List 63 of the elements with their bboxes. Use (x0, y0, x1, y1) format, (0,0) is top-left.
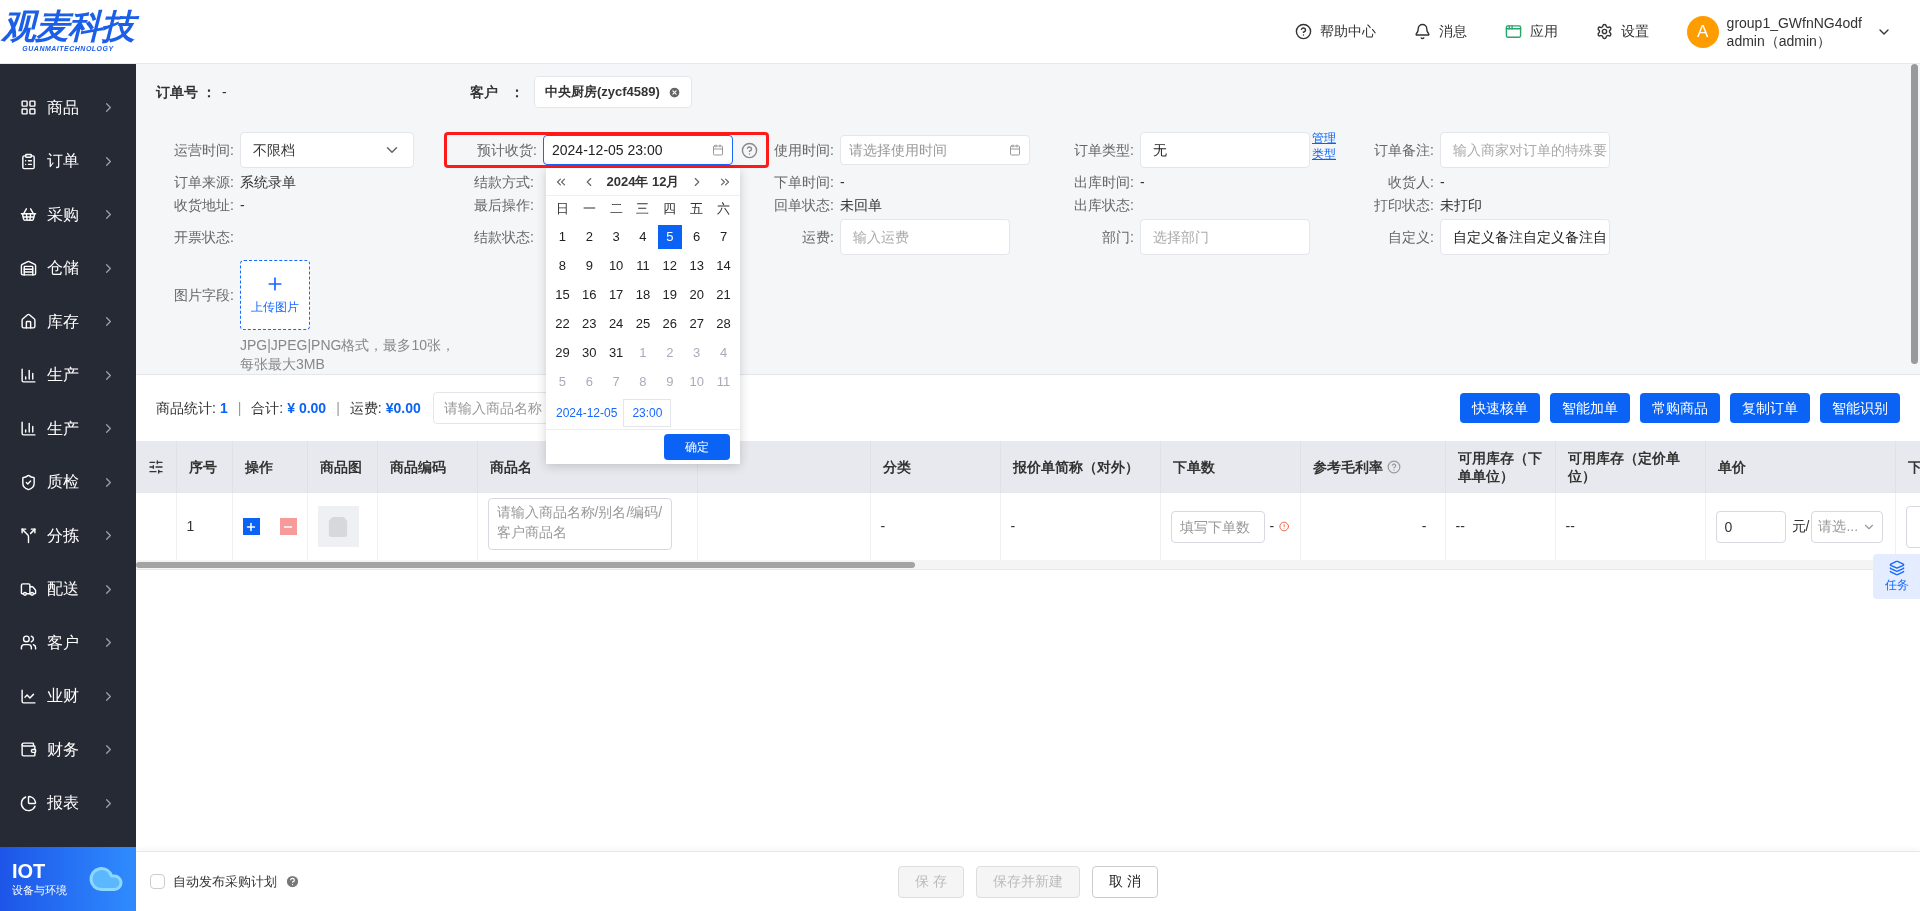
banner-subtitle: 设备与环境 (12, 882, 67, 898)
stat-label: 合计: (251, 398, 284, 418)
table-cell: -- (1455, 518, 1465, 534)
field-value: - (1440, 172, 1445, 192)
field-value: 系统录单 (240, 172, 296, 192)
table-cell-text: - (1420, 517, 1428, 536)
upload-hint: JPG|JPEG|PNG格式，最多10张，每张最大3MB (240, 336, 456, 374)
stat-value: 1 (219, 398, 228, 418)
banner-title: IOT (12, 859, 47, 882)
colon: ： (510, 82, 524, 102)
order-number-value: - (221, 82, 227, 102)
field-label: 订单备注: (1373, 140, 1435, 160)
field-label: 部门: (1101, 227, 1135, 247)
stat-value: ¥ 0.00 (287, 398, 327, 418)
field-label: 运费: (801, 227, 835, 247)
weekday-label: 五 (689, 200, 705, 219)
field-label: 收货人: (1387, 172, 1435, 192)
stat-value: ¥0.00 (385, 398, 421, 418)
table-cell: -- (1565, 518, 1575, 534)
weekday-label: 六 (716, 200, 732, 219)
selected-date: 2024-12-05 (556, 404, 618, 422)
weekday-label: 四 (662, 200, 678, 219)
field-label: 运营时间: (173, 140, 235, 160)
table-cell: - (1010, 518, 1016, 534)
separator: | (237, 398, 242, 418)
weekday-label: 三 (635, 200, 651, 219)
unit-label: 元/ (1791, 517, 1810, 536)
weekday-label: 日 (554, 200, 570, 219)
calendar-title: 2024年 12月 (606, 172, 680, 191)
user-name: group1_GWfnNG4odf (1726, 13, 1862, 32)
field-value: 未回单 (840, 195, 882, 215)
field-label: 出库状态: (1073, 195, 1135, 215)
field-label: 结款方式: (473, 172, 535, 192)
table-cell: - (880, 518, 886, 534)
field-label: 订单来源: (173, 172, 235, 192)
separator: | (336, 398, 340, 418)
checkbox-label: 自动发布采购计划 (173, 872, 277, 891)
field-value: - (840, 172, 845, 192)
field-label: 结款状态: (473, 227, 535, 247)
field-label: 自定义: (1387, 227, 1435, 247)
field-label: 出库时间: (1073, 172, 1135, 192)
field-label: 使用时间: (773, 140, 835, 160)
field-label: 下单时间: (773, 172, 835, 192)
field-label: 打印状态: (1373, 195, 1435, 215)
weekday-label: 二 (608, 200, 624, 219)
stat-label: 运费: (349, 398, 382, 418)
field-value: 未打印 (1440, 195, 1482, 215)
field-label: 收货地址: (173, 195, 235, 215)
field-label: 预计收货: (476, 140, 538, 160)
field-label: 最后操作: (473, 195, 535, 215)
field-label: 开票状态: (173, 227, 235, 247)
user-role: admin（admin） (1726, 31, 1832, 50)
order-number-label: 订单号 ： (156, 82, 216, 102)
table-cell: 1 (186, 518, 195, 534)
stat-label: 商品统计: (156, 398, 216, 418)
field-label: 回单状态: (773, 195, 835, 215)
field-label: 图片字段: (173, 285, 235, 305)
customer-label: 客户 (470, 82, 498, 102)
weekday-label: 一 (581, 200, 597, 219)
field-value: - (240, 195, 245, 215)
field-label: 订单类型: (1073, 140, 1135, 160)
table-cell-text: - (1269, 517, 1275, 536)
field-value: - (1140, 172, 1145, 192)
